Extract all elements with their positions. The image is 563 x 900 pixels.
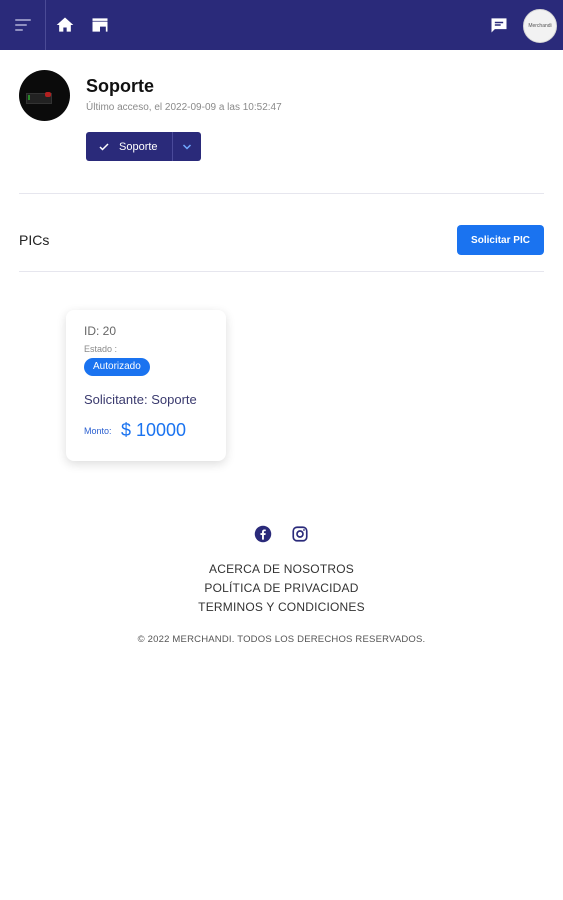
chevron-down-icon	[181, 141, 193, 153]
amount-value: $ 10000	[121, 420, 187, 440]
footer-link-terms[interactable]: TERMINOS Y CONDICIONES	[0, 600, 563, 614]
request-pic-button[interactable]: Solicitar PIC	[457, 225, 544, 255]
footer-link-about[interactable]: ACERCA DE NOSOTROS	[0, 562, 563, 576]
requester-text: Solicitante: Soporte	[84, 392, 197, 407]
last-access-text: Último acceso, el 2022-09-09 a las 10:52…	[86, 102, 282, 113]
profile-name: Soporte	[86, 76, 155, 96]
pic-card[interactable]: ID: 20 Estado : Autorizado Solicitante: …	[66, 310, 226, 461]
user-avatar[interactable]: Merchandi	[523, 9, 557, 43]
footer-link-privacy[interactable]: POLÍTICA DE PRIVACIDAD	[0, 581, 563, 595]
role-dropdown-toggle[interactable]	[173, 132, 201, 161]
role-split-button: Soporte	[86, 132, 201, 161]
amount-label: Monto:	[84, 426, 112, 436]
store-icon[interactable]	[90, 15, 110, 35]
section-divider	[19, 271, 544, 272]
role-button-label: Soporte	[119, 140, 158, 153]
chat-icon[interactable]	[489, 15, 509, 35]
pics-title: PICs	[19, 232, 50, 248]
home-icon[interactable]	[55, 15, 75, 35]
hamburger-menu-icon[interactable]	[0, 0, 46, 50]
section-divider	[19, 193, 544, 194]
check-icon	[98, 141, 110, 153]
pic-id: ID: 20	[84, 324, 117, 338]
profile-avatar	[19, 70, 70, 121]
facebook-icon[interactable]	[254, 525, 272, 543]
copyright-text: © 2022 MERCHANDI. TODOS LOS DERECHOS RES…	[137, 634, 426, 645]
avatar-text: Merchandi	[528, 22, 552, 29]
instagram-icon[interactable]	[291, 525, 309, 543]
status-badge: Autorizado	[84, 358, 150, 376]
status-label: Estado :	[84, 344, 118, 354]
role-button[interactable]: Soporte	[86, 132, 172, 161]
top-app-bar: Merchandi	[0, 0, 563, 50]
